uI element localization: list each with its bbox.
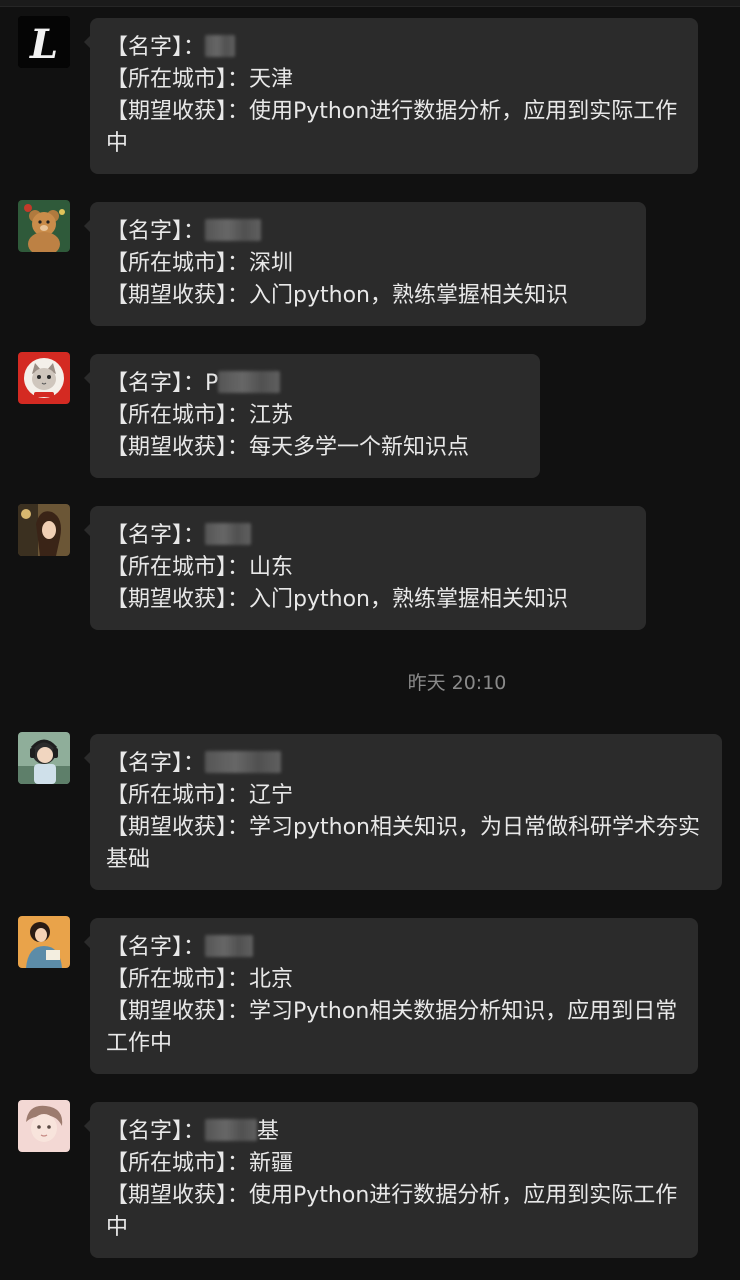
goal-label: 【期望收获】： <box>106 587 250 612</box>
goal-value: 入门python，熟练掌握相关知识 <box>249 283 568 308</box>
redacted-name <box>205 751 282 773</box>
name-value: 基 <box>257 1119 280 1144</box>
name-value: P <box>205 371 219 396</box>
message-bubble[interactable]: 【名字】： 基 【所在城市】：新疆 【期望收获】：使用Python进行数据分析，应… <box>84 1102 698 1258</box>
name-label: 【名字】： <box>106 751 206 776</box>
goal-label: 【期望收获】： <box>106 283 250 308</box>
city-label: 【所在城市】： <box>106 403 250 428</box>
redacted-name <box>205 1119 258 1141</box>
goal-label: 【期望收获】： <box>106 999 250 1024</box>
message-bubble[interactable]: 【名字】： 【所在城市】：山东 【期望收获】：入门python，熟练掌握相关知识 <box>84 506 646 630</box>
city-value: 新疆 <box>249 1151 294 1176</box>
goal-line: 【期望收获】：学习Python相关数据分析知识，应用到日常工作中 <box>106 996 682 1060</box>
name-line: 【名字】： <box>106 520 630 552</box>
name-line: 【名字】： 基 <box>106 1116 682 1148</box>
goal-label: 【期望收获】： <box>106 435 250 460</box>
name-label: 【名字】： <box>106 35 206 60</box>
girl-reading-avatar[interactable] <box>18 916 70 968</box>
name-line: 【名字】： <box>106 748 706 780</box>
goal-label: 【期望收获】： <box>106 815 250 840</box>
svg-text:L: L <box>29 21 58 68</box>
message-bubble[interactable]: 【名字】：李贺 【所在城市】：天津 【期望收获】：使用Python进行数据分析，… <box>84 18 698 174</box>
redacted-name <box>205 35 236 57</box>
name-line: 【名字】：P <box>106 368 524 400</box>
goal-line: 【期望收获】：学习python相关知识，为日常做科研学术夯实基础 <box>106 812 706 876</box>
girl-portrait-avatar[interactable] <box>18 504 70 556</box>
name-label: 【名字】： <box>106 935 206 960</box>
city-value: 深圳 <box>249 251 294 276</box>
name-label: 【名字】： <box>106 1119 206 1144</box>
city-line: 【所在城市】：江苏 <box>106 400 524 432</box>
name-line: 【名字】：李贺 <box>106 32 682 64</box>
name-line: 【名字】：玉子 <box>106 216 630 248</box>
city-label: 【所在城市】： <box>106 967 250 992</box>
message-bubble[interactable]: 【名字】： 【所在城市】：辽宁 【期望收获】：学习python相关知识，为日常做… <box>84 734 722 890</box>
message-bubble[interactable]: 【名字】： 【所在城市】：北京 【期望收获】：学习Python相关数据分析知识，… <box>84 918 698 1074</box>
city-line: 【所在城市】：深圳 <box>106 248 630 280</box>
anime-boy-avatar[interactable] <box>18 1100 70 1152</box>
city-value: 山东 <box>249 555 294 580</box>
goal-label: 【期望收获】： <box>106 99 250 124</box>
chat-timestamp: 昨天 20:10 <box>407 672 507 694</box>
anime-headphones-avatar[interactable] <box>18 732 70 784</box>
goal-line: 【期望收获】：使用Python进行数据分析，应用到实际工作中 <box>106 96 682 160</box>
cat-avatar[interactable] <box>18 352 70 404</box>
goal-value: 入门python，熟练掌握相关知识 <box>249 587 568 612</box>
goal-label: 【期望收获】： <box>106 1183 250 1208</box>
letter-l-avatar[interactable]: L <box>18 16 70 68</box>
city-line: 【所在城市】：新疆 <box>106 1148 682 1180</box>
city-label: 【所在城市】： <box>106 783 250 808</box>
city-line: 【所在城市】：山东 <box>106 552 630 584</box>
message-bubble[interactable]: 【名字】：P 【所在城市】：江苏 【期望收获】：每天多学一个新知识点 <box>84 354 540 478</box>
redacted-name <box>205 935 254 957</box>
goal-line: 【期望收获】：每天多学一个新知识点 <box>106 432 524 464</box>
goal-line: 【期望收获】：使用Python进行数据分析，应用到实际工作中 <box>106 1180 682 1244</box>
redacted-name <box>218 371 281 393</box>
top-divider <box>0 0 740 7</box>
city-value: 江苏 <box>249 403 294 428</box>
city-value: 北京 <box>249 967 294 992</box>
name-label: 【名字】： <box>106 523 206 548</box>
city-label: 【所在城市】： <box>106 251 250 276</box>
goal-value: 每天多学一个新知识点 <box>249 435 470 460</box>
city-label: 【所在城市】： <box>106 67 250 92</box>
redacted-name <box>205 219 262 241</box>
city-value: 辽宁 <box>249 783 294 808</box>
name-line: 【名字】： <box>106 932 682 964</box>
goal-line: 【期望收获】：入门python，熟练掌握相关知识 <box>106 584 630 616</box>
city-label: 【所在城市】： <box>106 555 250 580</box>
message-bubble[interactable]: 【名字】：玉子 【所在城市】：深圳 【期望收获】：入门python，熟练掌握相关… <box>84 202 646 326</box>
city-value: 天津 <box>249 67 294 92</box>
name-label: 【名字】： <box>106 219 206 244</box>
city-line: 【所在城市】：天津 <box>106 64 682 96</box>
goal-line: 【期望收获】：入门python，熟练掌握相关知识 <box>106 280 630 312</box>
city-line: 【所在城市】：辽宁 <box>106 780 706 812</box>
redacted-name <box>205 523 252 545</box>
city-line: 【所在城市】：北京 <box>106 964 682 996</box>
name-label: 【名字】： <box>106 371 206 396</box>
city-label: 【所在城市】： <box>106 1151 250 1176</box>
teddy-bear-avatar[interactable] <box>18 200 70 252</box>
